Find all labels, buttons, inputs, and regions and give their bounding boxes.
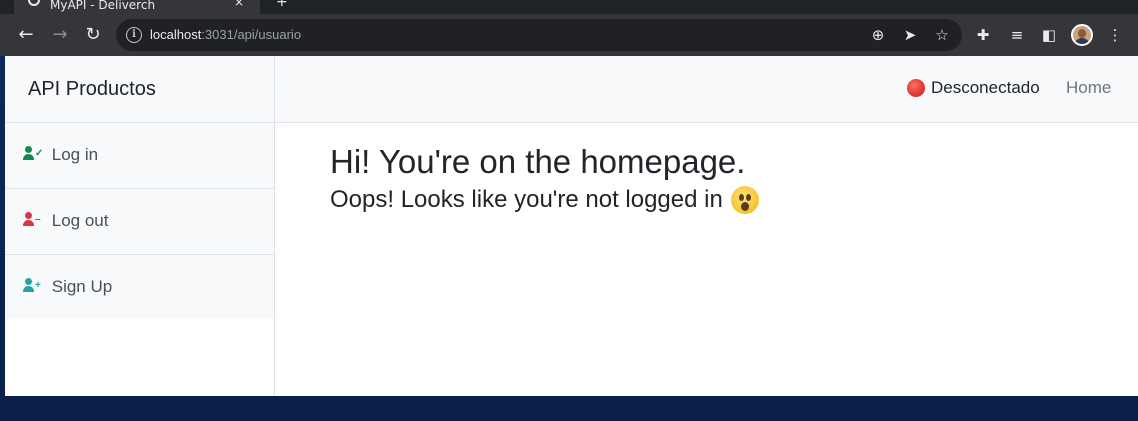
sidebar-item-signup[interactable]: + Sign Up [5,255,274,319]
user-check-icon: ✓ [23,145,45,162]
home-link[interactable]: Home [1066,78,1111,98]
top-navbar: Desconectado Home [275,56,1138,123]
reading-list-icon[interactable]: ≡ [1007,25,1027,45]
browser-tab[interactable]: MyAPI - Deliverch × [14,0,260,14]
globe-icon [28,0,40,6]
status-label: Desconectado [931,78,1040,97]
reload-icon[interactable]: ↻ [81,23,105,47]
page-title: Hi! You're on the homepage. [330,143,746,180]
user-plus-icon: + [23,277,45,294]
page-viewport: API Productos ✓ Log in – Log out + Sign … [5,56,1138,396]
close-tab-icon[interactable]: × [234,0,244,9]
back-icon[interactable]: ← [14,23,38,47]
site-info-icon[interactable]: i [126,27,142,43]
url-text[interactable]: localhost:3031/api/usuario [150,27,301,42]
sidebar: API Productos ✓ Log in – Log out + Sign … [5,56,275,396]
astonished-face-emoji-icon [730,186,759,214]
extensions-icon[interactable]: ✚ [973,25,993,45]
forward-icon[interactable]: → [48,23,72,47]
menu-kebab-icon[interactable]: ⋮ [1105,25,1125,45]
sidebar-item-label: Log out [51,211,109,230]
tab-title: MyAPI - Deliverch [50,0,156,12]
address-bar[interactable]: i localhost:3031/api/usuario ⊕ ➤ ☆ [116,19,962,51]
login-warning: Oops! Looks like you're not logged in [330,186,759,214]
profile-avatar[interactable] [1071,24,1093,46]
new-tab-button[interactable]: + [276,0,288,10]
sidebar-item-label: Sign Up [51,277,113,296]
connection-status: Desconectado [907,78,1040,98]
zoom-icon[interactable]: ⊕ [868,25,888,45]
bookmark-star-icon[interactable]: ☆ [932,25,952,45]
red-circle-icon [907,79,925,97]
browser-toolbar: ← → ↻ i localhost:3031/api/usuario ⊕ ➤ ☆… [0,14,1138,56]
side-panel-icon[interactable]: ◧ [1039,25,1059,45]
browser-tabstrip: MyAPI - Deliverch × + [0,0,1138,14]
sidebar-item-logout[interactable]: – Log out [5,189,274,255]
user-minus-icon: – [23,211,45,228]
sidebar-title: API Productos [5,56,274,123]
main-content: Hi! You're on the homepage. Oops! Looks … [330,140,759,214]
login-warning-text: Oops! Looks like you're not logged in [330,186,723,213]
sidebar-item-login[interactable]: ✓ Log in [5,123,274,189]
send-icon[interactable]: ➤ [900,25,920,45]
sidebar-item-label: Log in [51,145,99,164]
